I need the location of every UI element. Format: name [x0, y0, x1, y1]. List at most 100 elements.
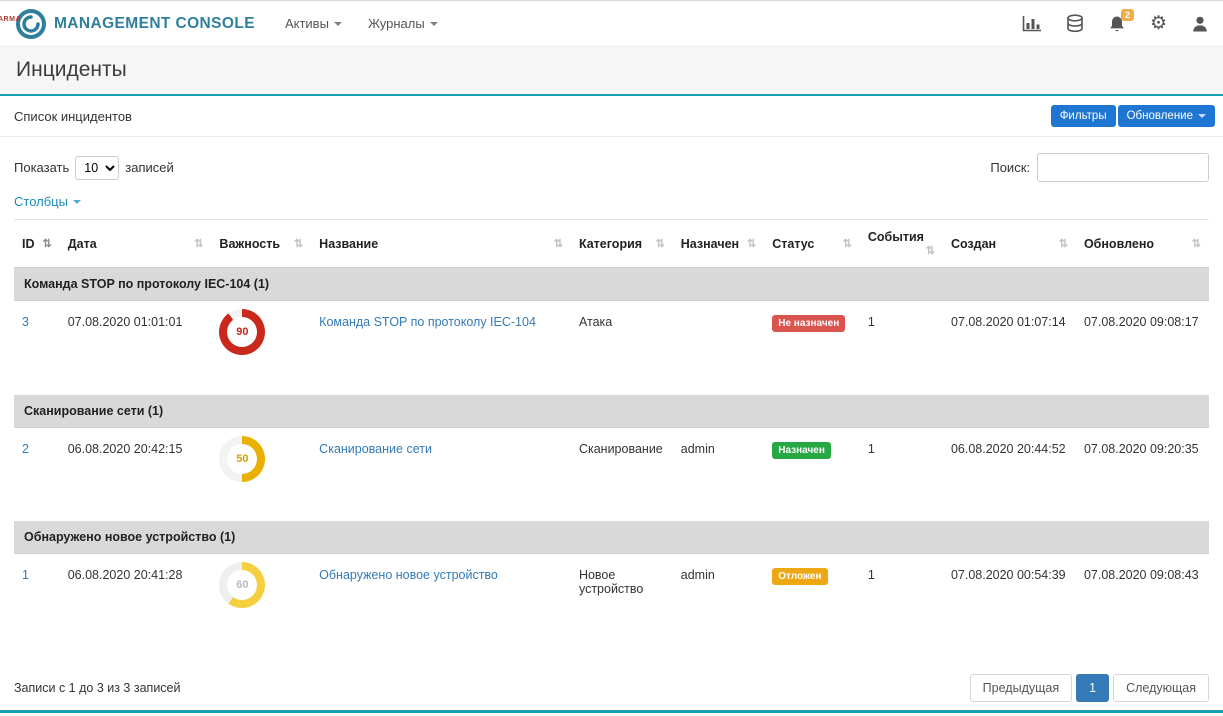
incident-name-link[interactable]: Команда STOP по протоколу IEC-104 — [319, 315, 536, 329]
sort-icon: ⇅ — [194, 237, 203, 250]
incident-id-cell: 2 — [14, 427, 60, 521]
incident-date: 06.08.2020 20:42:15 — [60, 427, 212, 521]
chart-icon[interactable] — [1022, 15, 1042, 32]
incident-created: 07.08.2020 00:54:39 — [943, 554, 1076, 648]
sort-icon: ⇅ — [656, 237, 665, 250]
group-header-row: Обнаружено новое устройство (1) — [14, 521, 1209, 554]
incident-assigned — [673, 301, 764, 395]
incident-created: 06.08.2020 20:44:52 — [943, 427, 1076, 521]
incidents-table: ID⇅ Дата⇅ Важность⇅ Название⇅ Категория⇅… — [14, 219, 1209, 648]
incident-name-cell: Обнаружено новое устройство — [311, 554, 571, 648]
menu-assets[interactable]: Активы — [285, 16, 342, 31]
group-header-row: Сканирование сети (1) — [14, 395, 1209, 428]
col-header-date[interactable]: Дата⇅ — [60, 220, 212, 268]
table-controls: Показать 10 записей Поиск: — [0, 137, 1223, 182]
col-header-events[interactable]: События⇅ — [860, 220, 943, 268]
table-row: 1 06.08.2020 20:41:28 60 Обнаружено ново… — [14, 554, 1209, 648]
col-header-id[interactable]: ID⇅ — [14, 220, 60, 268]
incident-id-link[interactable]: 1 — [22, 568, 29, 582]
incident-severity-cell: 90 — [211, 301, 311, 395]
pagination: Предыдущая 1 Следующая — [970, 674, 1209, 702]
page-size-select[interactable]: 10 — [75, 156, 119, 180]
incident-name-link[interactable]: Обнаружено новое устройство — [319, 568, 498, 582]
columns-dropdown[interactable]: Столбцы — [14, 194, 81, 209]
severity-donut: 90 — [219, 309, 265, 355]
arma-logo-icon — [15, 8, 47, 40]
pagination-page-1[interactable]: 1 — [1076, 674, 1109, 702]
incident-date: 06.08.2020 20:41:28 — [60, 554, 212, 648]
severity-value: 60 — [219, 562, 265, 608]
top-navbar: ARMA MANAGEMENT CONSOLE Активы Журналы — [0, 1, 1223, 47]
table-header-row: ID⇅ Дата⇅ Важность⇅ Название⇅ Категория⇅… — [14, 220, 1209, 268]
refresh-button[interactable]: Обновление — [1118, 105, 1215, 127]
incident-severity-cell: 50 — [211, 427, 311, 521]
incident-created: 07.08.2020 01:07:14 — [943, 301, 1076, 395]
brand-title: MANAGEMENT CONSOLE — [54, 15, 255, 33]
incident-category: Сканирование — [571, 427, 673, 521]
incident-category: Новое устройство — [571, 554, 673, 648]
status-badge: Не назначен — [772, 315, 845, 332]
pagination-next[interactable]: Следующая — [1113, 674, 1209, 702]
user-icon[interactable] — [1191, 15, 1209, 33]
incident-date: 07.08.2020 01:01:01 — [60, 301, 212, 395]
page-title: Инциденты — [16, 58, 1207, 82]
incident-category: Атака — [571, 301, 673, 395]
sort-icon: ⇅ — [843, 237, 852, 250]
search-label: Поиск: — [990, 160, 1030, 175]
filters-button[interactable]: Фильтры — [1051, 105, 1116, 127]
group-header-row: Команда STOP по протоколу IEC-104 (1) — [14, 268, 1209, 301]
group-label: Сканирование сети (1) — [14, 395, 1209, 428]
incident-id-cell: 1 — [14, 554, 60, 648]
col-header-updated[interactable]: Обновлено⇅ — [1076, 220, 1209, 268]
col-header-name[interactable]: Название⇅ — [311, 220, 571, 268]
incident-assigned: admin — [673, 427, 764, 521]
sort-icon: ⇅ — [1192, 237, 1201, 250]
incident-id-link[interactable]: 3 — [22, 315, 29, 329]
menu-assets-label: Активы — [285, 16, 329, 31]
arma-logo-text: ARMA — [0, 16, 21, 23]
search-input[interactable] — [1037, 153, 1209, 182]
incident-name-cell: Сканирование сети — [311, 427, 571, 521]
sort-icon: ⇅ — [926, 244, 935, 257]
group-label: Команда STOP по протоколу IEC-104 (1) — [14, 268, 1209, 301]
incident-id-link[interactable]: 2 — [22, 442, 29, 456]
incident-name-link[interactable]: Сканирование сети — [319, 442, 432, 456]
col-header-created[interactable]: Создан⇅ — [943, 220, 1076, 268]
incident-id-cell: 3 — [14, 301, 60, 395]
table-row: 3 07.08.2020 01:01:01 90 Команда STOP по… — [14, 301, 1209, 395]
col-header-severity[interactable]: Важность⇅ — [211, 220, 311, 268]
incident-updated: 07.08.2020 09:08:43 — [1076, 554, 1209, 648]
columns-dropdown-label: Столбцы — [14, 194, 68, 209]
menu-journals-label: Журналы — [368, 16, 425, 31]
database-icon[interactable] — [1066, 14, 1084, 33]
sort-icon: ⇅ — [554, 237, 563, 250]
gear-icon[interactable]: ⚙ — [1150, 14, 1167, 33]
refresh-button-label: Обновление — [1127, 110, 1193, 122]
incident-assigned: admin — [673, 554, 764, 648]
incident-events: 1 — [860, 554, 943, 648]
col-header-category[interactable]: Категория⇅ — [571, 220, 673, 268]
sort-icon: ⇅ — [747, 237, 756, 250]
col-header-assigned[interactable]: Назначен⇅ — [673, 220, 764, 268]
records-label: записей — [125, 160, 173, 175]
notification-badge: 2 — [1121, 9, 1134, 21]
show-label: Показать — [14, 160, 69, 175]
chevron-down-icon — [73, 200, 81, 204]
menu-journals[interactable]: Журналы — [368, 16, 438, 31]
chevron-down-icon — [334, 22, 342, 26]
chevron-down-icon — [430, 22, 438, 26]
card-title: Список инцидентов — [14, 109, 132, 124]
nav-menus: Активы Журналы — [285, 16, 438, 31]
severity-donut: 50 — [219, 436, 265, 482]
page-title-bar: Инциденты — [0, 47, 1223, 96]
col-header-status[interactable]: Статус⇅ — [764, 220, 860, 268]
pagination-previous[interactable]: Предыдущая — [970, 674, 1072, 702]
page-size-group: Показать 10 записей — [14, 156, 174, 180]
bell-icon[interactable]: 2 — [1108, 15, 1126, 33]
severity-value: 90 — [219, 309, 265, 355]
incident-updated: 07.08.2020 09:08:17 — [1076, 301, 1209, 395]
incident-severity-cell: 60 — [211, 554, 311, 648]
sort-icon: ⇅ — [1059, 237, 1068, 250]
search-group: Поиск: — [990, 153, 1209, 182]
brand[interactable]: ARMA MANAGEMENT CONSOLE — [14, 7, 255, 41]
